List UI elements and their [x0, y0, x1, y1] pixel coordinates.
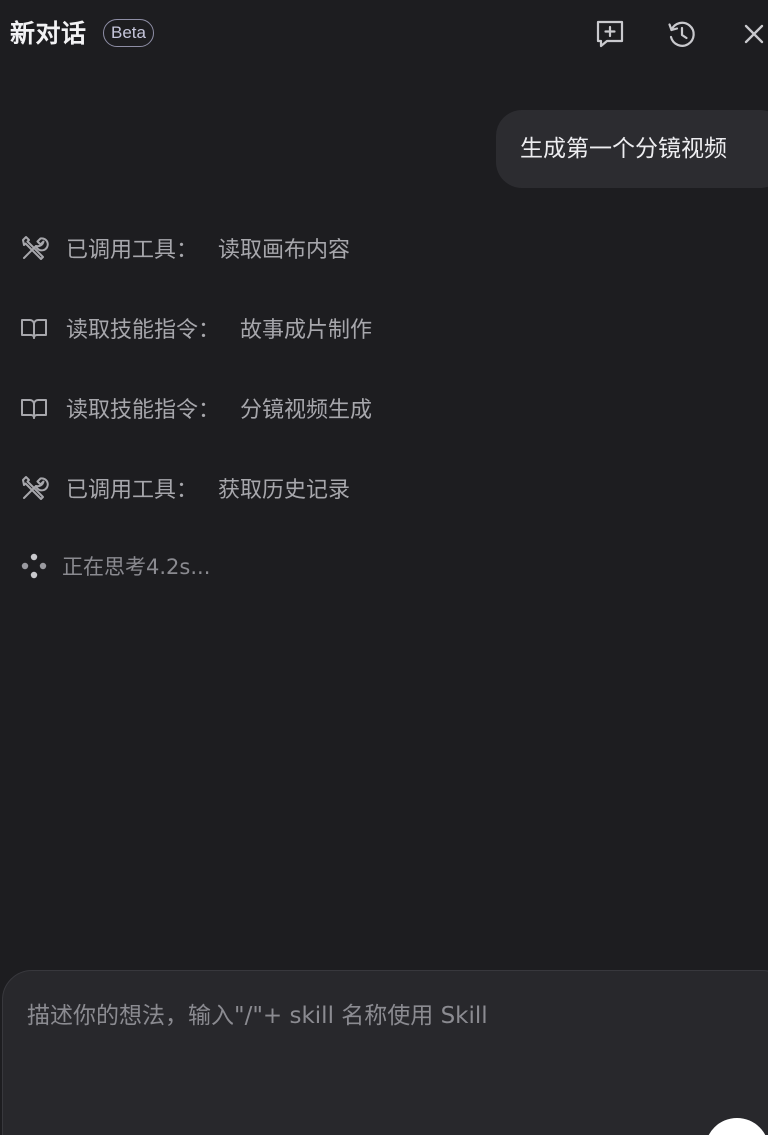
page-title: 新对话 [10, 19, 87, 48]
step-label: 读取技能指令： [66, 318, 221, 343]
beta-badge: Beta [103, 19, 154, 47]
close-icon [744, 24, 764, 44]
message-input[interactable] [27, 999, 757, 1089]
step-label: 已调用工具： [66, 478, 199, 503]
step-item[interactable]: 读取技能指令： 分镜视频生成 [18, 388, 372, 428]
step-item[interactable]: 读取技能指令： 故事成片制作 [18, 308, 372, 348]
thinking-dots-icon [18, 550, 50, 582]
step-detail: 获取历史记录 [218, 478, 351, 503]
chat-panel: 新对话 Beta 生成第一个分镜视频 已调用工具： 读取画布内容 读取技能指令：… [0, 0, 768, 1135]
thinking-text: 正在思考4.2s... [62, 555, 211, 579]
book-icon [18, 312, 50, 344]
step-label: 读取技能指令： [66, 398, 221, 423]
step-detail: 分镜视频生成 [240, 398, 373, 423]
step-item[interactable]: 已调用工具： 获取历史记录 [18, 468, 350, 508]
new-chat-button[interactable] [592, 16, 628, 52]
tools-icon [18, 472, 50, 504]
user-message-bubble: 生成第一个分镜视频 [496, 110, 768, 188]
tools-icon [18, 232, 50, 264]
step-detail: 读取画布内容 [218, 238, 351, 263]
composer [2, 970, 768, 1135]
thinking-status: 正在思考4.2s... [18, 546, 210, 586]
close-button[interactable] [736, 16, 768, 52]
step-label: 已调用工具： [66, 238, 199, 263]
book-icon [18, 392, 50, 424]
user-message-text: 生成第一个分镜视频 [520, 136, 727, 162]
new-chat-icon [596, 20, 624, 48]
history-button[interactable] [664, 16, 700, 52]
header: 新对话 Beta [0, 0, 768, 70]
history-icon [668, 21, 695, 47]
step-item[interactable]: 已调用工具： 读取画布内容 [18, 228, 350, 268]
step-detail: 故事成片制作 [240, 318, 373, 343]
